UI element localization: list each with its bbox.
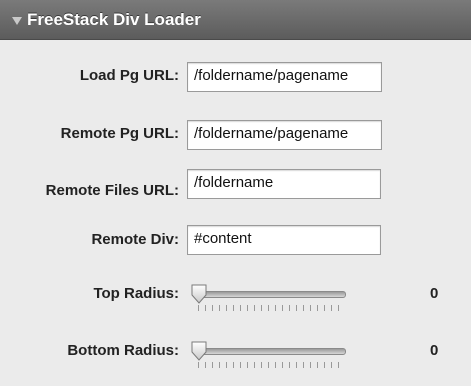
top-radius-slider[interactable]: [190, 283, 350, 319]
remote-div-label: Remote Div:: [91, 231, 179, 248]
remote-pg-url-field[interactable]: [187, 120, 382, 150]
bottom-radius-value: 0: [430, 342, 439, 359]
remote-div-input[interactable]: [194, 230, 374, 247]
remote-files-url-label: Remote Files URL:: [45, 182, 179, 199]
load-pg-url-field[interactable]: [187, 62, 382, 92]
remote-pg-url-label: Remote Pg URL:: [60, 125, 179, 142]
remote-files-url-input[interactable]: [194, 174, 374, 191]
remote-pg-url-input[interactable]: [194, 125, 375, 142]
slider-thumb-icon[interactable]: [190, 283, 208, 307]
panel-header[interactable]: FreeStack Div Loader: [0, 0, 471, 40]
slider-ticks: [198, 362, 343, 368]
slider-thumb-icon[interactable]: [190, 340, 208, 364]
remote-div-field[interactable]: [187, 225, 381, 255]
panel-body: Load Pg URL: Remote Pg URL: Remote Files…: [0, 40, 471, 386]
top-radius-value: 0: [430, 285, 439, 302]
bottom-radius-slider[interactable]: [190, 340, 350, 376]
load-pg-url-input[interactable]: [194, 67, 375, 84]
slider-track: [194, 291, 346, 298]
disclosure-triangle-icon[interactable]: [12, 17, 22, 25]
load-pg-url-label: Load Pg URL:: [79, 67, 179, 84]
bottom-radius-label: Bottom Radius:: [67, 342, 179, 359]
panel-title: FreeStack Div Loader: [27, 10, 201, 29]
slider-ticks: [198, 305, 343, 311]
slider-track: [194, 348, 346, 355]
remote-files-url-field[interactable]: [187, 169, 381, 199]
top-radius-label: Top Radius:: [93, 285, 179, 302]
